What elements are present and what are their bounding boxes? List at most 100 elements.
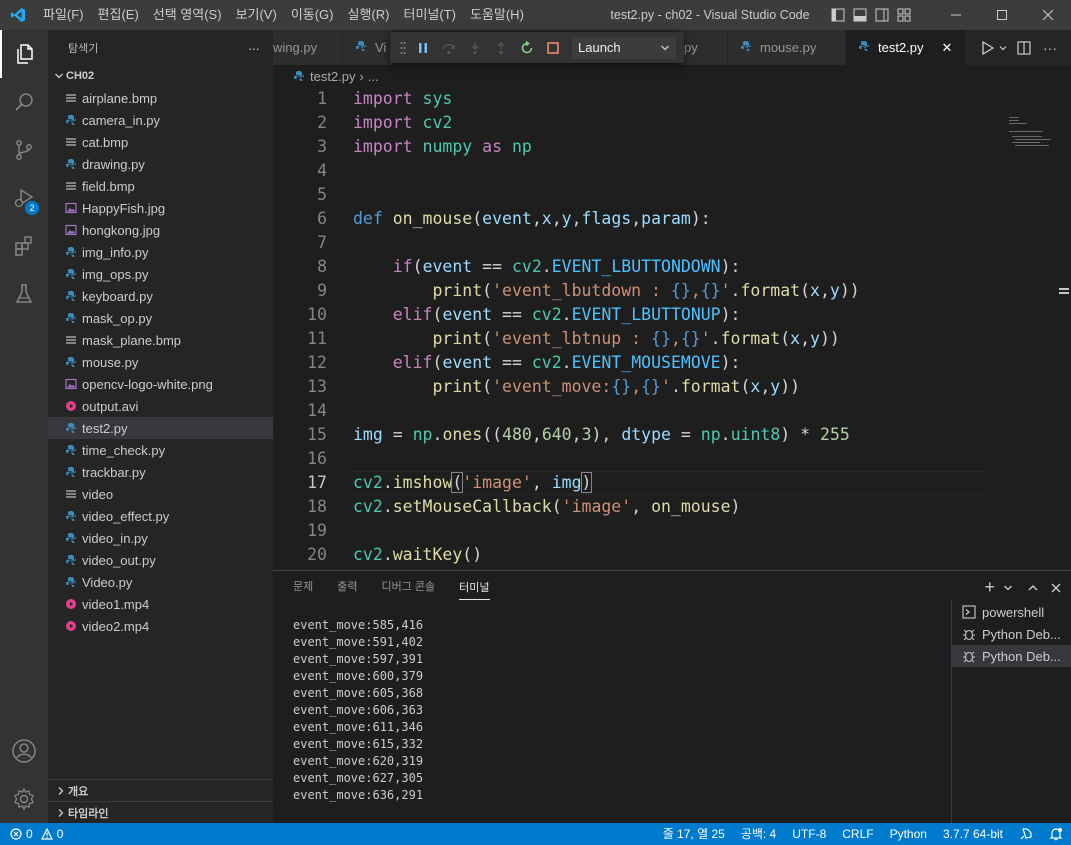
source-control-icon[interactable] <box>0 126 48 174</box>
split-editor-icon[interactable] <box>1011 40 1037 55</box>
cursor-position[interactable]: 줄 17, 열 25 <box>655 823 733 845</box>
breadcrumb-file[interactable]: test2.py <box>310 69 356 84</box>
search-icon[interactable] <box>0 78 48 126</box>
minimap[interactable] <box>985 87 1071 567</box>
menu-file[interactable]: 파일(F) <box>36 0 91 30</box>
file-item[interactable]: opencv-logo-white.png <box>48 373 273 395</box>
file-item[interactable]: video2.mp4 <box>48 615 273 637</box>
toggle-sidebar-icon[interactable] <box>827 0 849 30</box>
image-file-icon <box>65 378 77 390</box>
tab-output[interactable]: 출력 <box>337 571 357 604</box>
file-item[interactable]: drawing.py <box>48 153 273 175</box>
close-panel-icon[interactable] <box>1051 583 1061 593</box>
tab-debug-console[interactable]: 디버그 콘솔 <box>382 571 436 604</box>
pause-icon[interactable] <box>410 35 436 61</box>
file-item-label: keyboard.py <box>82 288 153 304</box>
file-item[interactable]: HappyFish.jpg <box>48 197 273 219</box>
new-terminal-button[interactable]: + <box>984 577 995 598</box>
file-item[interactable]: video_in.py <box>48 527 273 549</box>
folder-ch02[interactable]: CH02 <box>48 65 273 87</box>
explorer-icon[interactable] <box>0 30 48 78</box>
feedback-icon[interactable] <box>1011 827 1041 841</box>
file-item[interactable]: trackbar.py <box>48 461 273 483</box>
debug-config-select[interactable]: Launch <box>572 36 676 59</box>
minimize-button[interactable] <box>933 0 979 30</box>
line-number: 17 <box>307 473 327 492</box>
customize-layout-icon[interactable] <box>893 0 915 30</box>
run-options-chevron-icon[interactable] <box>999 44 1011 52</box>
maximize-button[interactable] <box>979 0 1025 30</box>
drag-handle-icon[interactable] <box>396 41 410 55</box>
file-item[interactable]: video <box>48 483 273 505</box>
file-item[interactable]: airplane.bmp <box>48 87 273 109</box>
menu-go[interactable]: 이동(G) <box>284 0 341 30</box>
notifications-bell-icon[interactable] <box>1041 827 1071 841</box>
terminal-item-python-debug[interactable]: Python Deb... <box>952 623 1071 645</box>
file-item[interactable]: video1.mp4 <box>48 593 273 615</box>
file-item-label: img_info.py <box>82 244 149 260</box>
code-editor[interactable]: 1 import sys 2 import cv2 3 import numpy as… <box>273 87 1071 567</box>
encoding[interactable]: UTF-8 <box>784 823 834 845</box>
tab-mouse[interactable]: mouse.py <box>728 30 846 65</box>
file-item[interactable]: mask_plane.bmp <box>48 329 273 351</box>
file-item[interactable]: time_check.py <box>48 439 273 461</box>
terminal-line: event_move:597,391 <box>293 652 424 666</box>
python-interpreter[interactable]: 3.7.7 64-bit <box>935 823 1011 845</box>
terminal-item-powershell[interactable]: powershell <box>952 601 1071 623</box>
run-debug-icon[interactable]: 2 <box>0 174 48 222</box>
tab-terminal[interactable]: 터미널 <box>459 573 490 600</box>
terminal-item-python-debug-active[interactable]: Python Deb... <box>952 645 1071 667</box>
file-item[interactable]: video_effect.py <box>48 505 273 527</box>
menu-view[interactable]: 보기(V) <box>229 0 284 30</box>
scrollbar-cursor-marker[interactable] <box>1059 285 1069 295</box>
stop-icon[interactable] <box>540 35 566 61</box>
file-item[interactable]: img_ops.py <box>48 263 273 285</box>
text-file-icon <box>65 136 77 148</box>
restart-icon[interactable] <box>514 35 540 61</box>
close-window-button[interactable] <box>1025 0 1071 30</box>
toggle-panel-icon[interactable] <box>849 0 871 30</box>
menu-selection[interactable]: 선택 영역(S) <box>146 0 229 30</box>
terminal-output[interactable]: event_move:585,416 event_move:591,402 even… <box>293 617 423 804</box>
tab-test2-active[interactable]: test2.py ✕ <box>846 30 966 65</box>
file-item[interactable]: hongkong.jpg <box>48 219 273 241</box>
line-number: 1 <box>317 89 327 108</box>
file-item[interactable]: output.avi <box>48 395 273 417</box>
menu-help[interactable]: 도움말(H) <box>463 0 531 30</box>
tab-problems[interactable]: 문제 <box>293 571 313 604</box>
settings-gear-icon[interactable] <box>0 775 48 823</box>
maximize-panel-icon[interactable] <box>1027 582 1039 594</box>
line-ending[interactable]: CRLF <box>834 823 881 845</box>
accounts-icon[interactable] <box>0 727 48 775</box>
file-item[interactable]: Video.py <box>48 571 273 593</box>
file-item[interactable]: test2.py <box>48 417 273 439</box>
problems-status[interactable]: 0 0 <box>0 827 63 841</box>
menu-edit[interactable]: 편집(E) <box>91 0 146 30</box>
outline-section[interactable]: 개요 <box>48 779 273 801</box>
timeline-section[interactable]: 타임라인 <box>48 801 273 823</box>
menu-run[interactable]: 실행(R) <box>341 0 397 30</box>
extensions-icon[interactable] <box>0 222 48 270</box>
testing-flask-icon[interactable] <box>0 270 48 318</box>
tab-partial-vi[interactable]: Vi <box>343 30 393 65</box>
run-file-icon[interactable] <box>977 40 999 55</box>
tab-drawing-partial[interactable]: wing.py <box>273 30 343 65</box>
breadcrumb-symbols[interactable]: ... <box>368 69 379 84</box>
file-item[interactable]: field.bmp <box>48 175 273 197</box>
file-item[interactable]: keyboard.py <box>48 285 273 307</box>
file-item[interactable]: mask_op.py <box>48 307 273 329</box>
file-item[interactable]: img_info.py <box>48 241 273 263</box>
toggle-secondary-sidebar-icon[interactable] <box>871 0 893 30</box>
explorer-more-actions-icon[interactable]: ··· <box>248 40 260 56</box>
file-item[interactable]: cat.bmp <box>48 131 273 153</box>
file-item[interactable]: mouse.py <box>48 351 273 373</box>
tab-partial-py[interactable]: py <box>678 30 728 65</box>
indentation[interactable]: 공백: 4 <box>733 823 784 845</box>
more-actions-icon[interactable]: ··· <box>1037 40 1063 56</box>
file-item[interactable]: video_out.py <box>48 549 273 571</box>
file-item[interactable]: camera_in.py <box>48 109 273 131</box>
language-mode[interactable]: Python <box>882 823 935 845</box>
menu-terminal[interactable]: 터미널(T) <box>396 0 462 30</box>
tab-close-icon[interactable]: ✕ <box>942 40 953 56</box>
chevron-down-icon[interactable] <box>1003 583 1013 593</box>
